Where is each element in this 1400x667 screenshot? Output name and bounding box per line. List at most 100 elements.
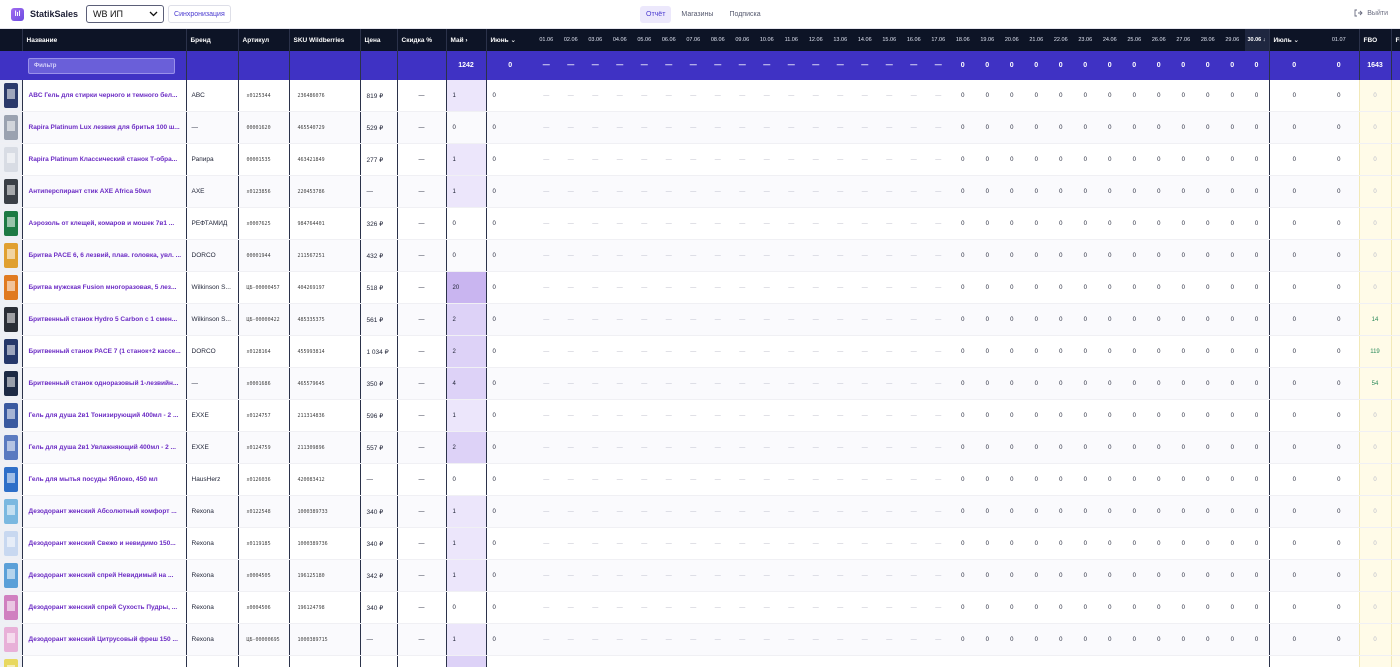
product-thumbnail[interactable] [0, 176, 22, 207]
may-sales-cell[interactable]: 0 [445, 207, 486, 240]
col-day-header[interactable]: 16.06 [901, 29, 926, 51]
may-sales-cell[interactable]: 1 [445, 175, 486, 208]
logout-button[interactable]: Выйти [1354, 9, 1388, 17]
june-sales-cell[interactable]: 0 [485, 175, 534, 208]
col-day-header[interactable]: 25.06 [1122, 29, 1147, 51]
product-thumbnail[interactable] [0, 592, 22, 623]
product-name-link[interactable]: Дезодорант женский Свежо и невидимо 150.… [21, 527, 186, 560]
june-sales-cell[interactable]: 0 [485, 655, 534, 667]
product-thumbnail[interactable] [0, 368, 22, 399]
may-sales-cell[interactable]: 0 [445, 463, 486, 496]
may-sales-cell[interactable]: 1 [445, 495, 486, 528]
col-day-header[interactable]: 11.06 [779, 29, 804, 51]
table-row[interactable]: ABC Гель для стирки черного и темного бе… [0, 80, 1400, 112]
col-day-header[interactable]: 13.06 [828, 29, 853, 51]
product-name-link[interactable]: Антиперспирант стик AXE Africa 50мл [21, 175, 186, 208]
may-sales-cell[interactable]: 1 [445, 559, 486, 592]
col-day-header[interactable]: 22.06 [1048, 29, 1073, 51]
tab-report[interactable]: Отчёт [640, 6, 672, 23]
may-sales-cell[interactable]: 2 [445, 303, 486, 336]
product-thumbnail[interactable] [0, 144, 22, 175]
col-day-header[interactable]: 15.06 [877, 29, 902, 51]
tab-stores[interactable]: Магазины [675, 6, 719, 23]
table-row[interactable]: Дезодорант женский Свежо и невидимо 150.… [0, 527, 1400, 560]
may-sales-cell[interactable]: 1 [445, 527, 486, 560]
col-day-header[interactable]: 01.06 [534, 29, 559, 51]
col-day-header[interactable]: 19.06 [975, 29, 1000, 51]
col-brand-header[interactable]: Бренд [185, 29, 238, 51]
table-row[interactable]: Бритвенный станок одноразовый 1-лезвийн.… [0, 367, 1400, 400]
col-july-day-header[interactable]: 01.07 [1319, 29, 1359, 51]
col-day-header[interactable]: 08.06 [705, 29, 730, 51]
col-may-header[interactable]: Май › [445, 29, 486, 51]
table-row[interactable]: Дезодорант женский Цитрусовый фреш 150 .… [0, 623, 1400, 656]
product-thumbnail[interactable] [0, 560, 22, 591]
june-sales-cell[interactable]: 0 [485, 591, 534, 624]
store-select[interactable]: WB ИП [86, 5, 165, 23]
col-day-header[interactable]: 07.06 [681, 29, 706, 51]
col-day-header[interactable]: 27.06 [1171, 29, 1196, 51]
product-thumbnail[interactable] [0, 624, 22, 655]
table-row[interactable]: Бритва мужская Fusion многоразовая, 5 ле… [0, 271, 1400, 304]
tab-subscription[interactable]: Подписка [723, 6, 766, 23]
col-price-header[interactable]: Цена [359, 29, 397, 51]
product-name-link[interactable]: Гель для мытья посуды Яблоко, 450 мл [21, 463, 186, 496]
col-fbo-header[interactable]: FBO [1358, 29, 1391, 51]
col-day-header[interactable]: 05.06 [632, 29, 657, 51]
col-day-header[interactable]: 23.06 [1073, 29, 1098, 51]
table-row[interactable]: Дезодорант женский спрей Сухость Пудры, … [0, 591, 1400, 624]
product-name-link[interactable]: Дезодорант женский спрей Невидимый на ..… [21, 559, 186, 592]
may-sales-cell[interactable]: 20 [445, 271, 486, 304]
product-name-link[interactable]: Бритвенный станок одноразовый 1-лезвийн.… [21, 367, 186, 400]
col-name-header[interactable]: Название [21, 29, 186, 51]
product-thumbnail[interactable] [0, 496, 22, 527]
product-name-link[interactable]: Бритвенный станок Hydro 5 Carbon с 1 сме… [21, 303, 186, 336]
product-thumbnail[interactable] [0, 240, 22, 271]
may-sales-cell[interactable]: 1 [445, 80, 486, 112]
table-row[interactable]: Rapira Platinum Lux лезвия для бритья 10… [0, 111, 1400, 144]
product-name-link[interactable]: Дезодорант женский Абсолютный комфорт ..… [21, 495, 186, 528]
table-row[interactable]: Дезодорант мужской Дикая мята и Кедр 150… [0, 655, 1400, 667]
june-sales-cell[interactable]: 0 [485, 495, 534, 528]
logo[interactable]: lıl StatikSales [11, 7, 78, 21]
product-name-link[interactable]: Гель для душа 2в1 Увлажняющий 400мл - 2 … [21, 431, 186, 464]
col-june-header[interactable]: Июнь ⌄ [485, 29, 534, 51]
table-row[interactable]: Rapira Platinum Классический станок Т-об… [0, 143, 1400, 176]
june-sales-cell[interactable]: 0 [485, 143, 534, 176]
june-sales-cell[interactable]: 0 [485, 80, 534, 112]
col-article-header[interactable]: Артикул [237, 29, 289, 51]
product-thumbnail[interactable] [0, 528, 22, 559]
col-discount-header[interactable]: Скидка % [396, 29, 446, 51]
table-row[interactable]: Гель для мытья посуды Яблоко, 450 мл Haus… [0, 463, 1400, 496]
sync-button[interactable]: Синхронизация [168, 5, 231, 23]
may-sales-cell[interactable]: 1 [445, 623, 486, 656]
may-sales-cell[interactable]: 0 [445, 591, 486, 624]
table-row[interactable]: Антиперспирант стик AXE Africa 50мл AXE x0… [0, 175, 1400, 208]
col-day-header[interactable]: 09.06 [730, 29, 755, 51]
june-sales-cell[interactable]: 0 [485, 303, 534, 336]
product-name-link[interactable]: Дезодорант женский Цитрусовый фреш 150 .… [21, 623, 186, 656]
product-thumbnail[interactable] [0, 464, 22, 495]
col-fbs-header[interactable]: FBS [1390, 29, 1400, 51]
june-sales-cell[interactable]: 0 [485, 527, 534, 560]
june-sales-cell[interactable]: 0 [485, 271, 534, 304]
col-day-header[interactable]: 03.06 [583, 29, 608, 51]
june-sales-cell[interactable]: 0 [485, 335, 534, 368]
product-name-link[interactable]: Rapira Platinum Классический станок Т-об… [21, 143, 186, 176]
col-day-header[interactable]: 18.06 [950, 29, 975, 51]
table-row[interactable]: Гель для душа 2в1 Увлажняющий 400мл - 2 … [0, 431, 1400, 464]
product-thumbnail[interactable] [0, 656, 22, 667]
june-sales-cell[interactable]: 0 [485, 399, 534, 432]
product-thumbnail[interactable] [0, 432, 22, 463]
col-day-header[interactable]: 10.06 [754, 29, 779, 51]
filter-input[interactable]: Фильтр [28, 57, 175, 74]
june-sales-cell[interactable]: 0 [485, 111, 534, 144]
may-sales-cell[interactable]: 1 [445, 399, 486, 432]
may-sales-cell[interactable]: 2 [445, 335, 486, 368]
product-thumbnail[interactable] [0, 208, 22, 239]
june-sales-cell[interactable]: 0 [485, 239, 534, 272]
product-thumbnail[interactable] [0, 272, 22, 303]
col-day-header[interactable]: 30.06 ↓ [1244, 29, 1269, 51]
may-sales-cell[interactable]: 4 [445, 655, 486, 667]
table-row[interactable]: Бритвенный станок Hydro 5 Carbon с 1 сме… [0, 303, 1400, 336]
